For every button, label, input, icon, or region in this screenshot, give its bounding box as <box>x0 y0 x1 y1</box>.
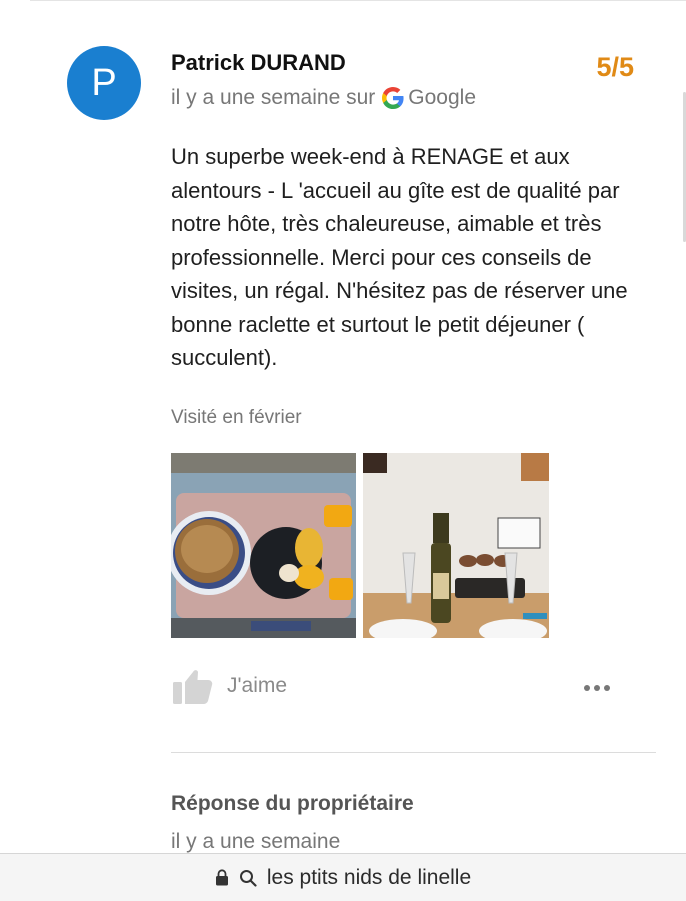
lock-icon <box>215 869 228 886</box>
review-source: Google <box>408 86 476 109</box>
owner-response-heading: Réponse du propriétaire <box>171 792 414 815</box>
review-author: Patrick DURAND <box>171 50 346 75</box>
more-options-icon[interactable] <box>583 678 611 698</box>
review-time: il y a une semaine sur <box>171 86 376 109</box>
review-meta: il y a une semaine sur Google <box>171 86 476 110</box>
raclette-table-photo[interactable] <box>363 453 549 638</box>
search-icon <box>239 869 257 887</box>
browser-address-bar[interactable]: les ptits nids de linelle <box>0 853 686 901</box>
review-rating: 5/5 <box>596 52 634 82</box>
avatar: P <box>67 46 141 120</box>
review-text: Un superbe week-end à RENAGE et aux alen… <box>171 144 628 370</box>
top-divider <box>30 0 686 1</box>
url-text: les ptits nids de linelle <box>266 865 472 889</box>
owner-response-date: il y a une semaine <box>171 830 341 853</box>
breakfast-tray-photo[interactable] <box>171 453 356 638</box>
like-button[interactable]: J'aime <box>171 664 287 708</box>
section-divider <box>171 752 656 753</box>
visited-date: Visité en février <box>171 407 302 428</box>
like-label: J'aime <box>227 674 288 697</box>
google-icon <box>382 87 404 109</box>
thumbs-up-icon <box>173 670 213 704</box>
